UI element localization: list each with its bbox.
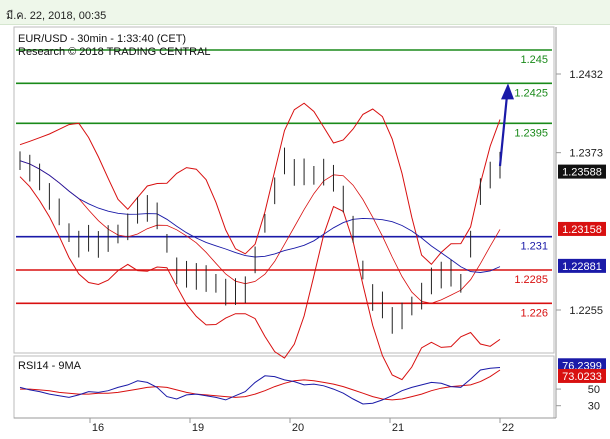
price-chart: 1.245 1.2425 1.2395 1.231 1.2285 1.226 1.2432…: [13, 26, 606, 434]
y-tick-1: 1.2373: [569, 148, 603, 160]
level-label-2: 1.2395: [514, 127, 548, 139]
rsi-tag-1: 73.0233: [562, 371, 602, 383]
rsi-tick-0: 50: [588, 384, 600, 396]
x-tick-1: 19: [192, 422, 204, 434]
rsi-tick-1: 30: [588, 401, 600, 413]
y-tick-2: 1.2255: [569, 305, 603, 317]
level-label-5: 1.226: [520, 307, 548, 319]
y-tick-0: 1.2432: [569, 69, 603, 81]
level-label-0: 1.245: [520, 54, 548, 66]
price-tag-2: 1.22881: [562, 261, 602, 273]
level-label-1: 1.2425: [514, 87, 548, 99]
price-tag-1: 1.23158: [562, 224, 602, 236]
rsi-panel: [13, 355, 555, 419]
price-tags: 1.235881.231581.2288176.239973.0233: [558, 164, 606, 383]
x-tick-2: 20: [292, 422, 304, 434]
level-label-3: 1.231: [520, 241, 548, 253]
rsi-label: RSI14 - 9MA: [18, 360, 82, 372]
chart-subtitle: Research © 2018 TRADING CENTRAL: [18, 46, 211, 58]
price-tag-0: 1.23588: [562, 167, 602, 179]
x-tick-4: 22: [502, 422, 514, 434]
x-tick-3: 21: [392, 422, 404, 434]
x-tick-0: 16: [92, 422, 104, 434]
level-label-4: 1.2285: [514, 274, 548, 286]
chart-title: EUR/USD - 30min - 1:33:40 (CET): [18, 33, 186, 45]
